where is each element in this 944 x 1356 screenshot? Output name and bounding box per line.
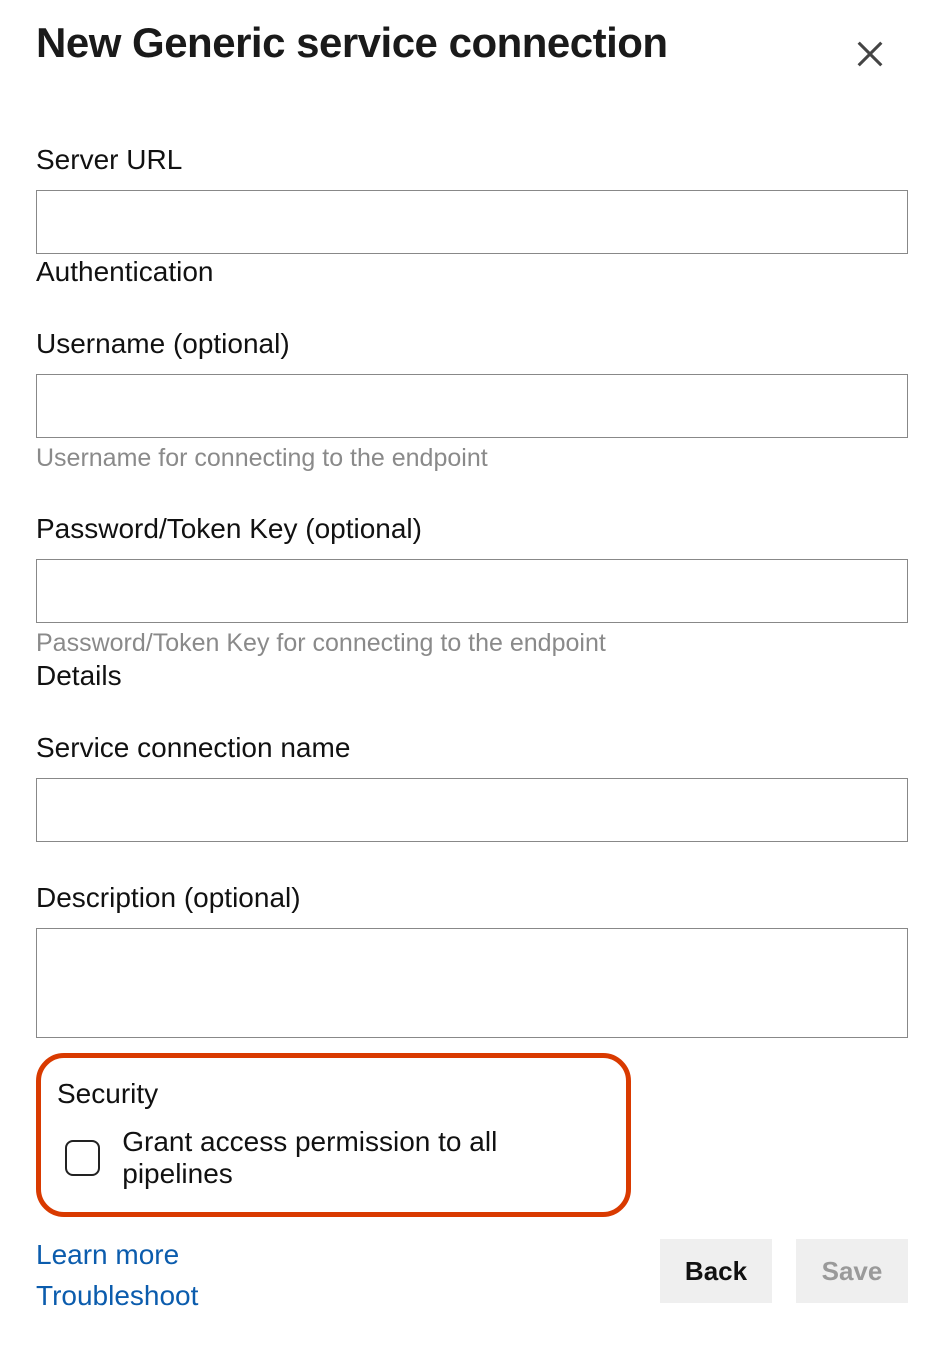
footer-links: Learn more Troubleshoot [36, 1235, 198, 1316]
back-button[interactable]: Back [660, 1239, 772, 1303]
label-grant-access: Grant access permission to all pipelines [122, 1126, 604, 1190]
section-security: Security [57, 1078, 604, 1110]
checkbox-grant-access[interactable] [65, 1140, 100, 1176]
field-password: Password/Token Key (optional) Password/T… [36, 513, 908, 658]
dialog-footer: Learn more Troubleshoot Back Save [36, 1235, 908, 1316]
link-learn-more[interactable]: Learn more [36, 1235, 198, 1276]
field-server-url: Server URL [36, 144, 908, 254]
input-password[interactable] [36, 559, 908, 623]
input-description[interactable] [36, 928, 908, 1038]
section-details: Details [36, 660, 908, 692]
input-server-url[interactable] [36, 190, 908, 254]
label-username: Username (optional) [36, 328, 908, 360]
dialog-title: New Generic service connection [36, 20, 668, 66]
link-troubleshoot[interactable]: Troubleshoot [36, 1276, 198, 1317]
label-connection-name: Service connection name [36, 732, 908, 764]
field-username: Username (optional) Username for connect… [36, 328, 908, 473]
close-button[interactable] [850, 34, 890, 74]
label-description: Description (optional) [36, 882, 908, 914]
save-button[interactable]: Save [796, 1239, 908, 1303]
input-connection-name[interactable] [36, 778, 908, 842]
label-server-url: Server URL [36, 144, 908, 176]
field-description: Description (optional) [36, 882, 908, 1043]
help-username: Username for connecting to the endpoint [36, 444, 908, 473]
field-connection-name: Service connection name [36, 732, 908, 842]
dialog-header: New Generic service connection [36, 20, 908, 74]
row-grant-access: Grant access permission to all pipelines [65, 1126, 604, 1190]
footer-buttons: Back Save [660, 1239, 908, 1303]
security-highlight-box: Security Grant access permission to all … [36, 1053, 631, 1217]
dialog-panel: New Generic service connection Server UR… [0, 0, 944, 1356]
input-username[interactable] [36, 374, 908, 438]
help-password: Password/Token Key for connecting to the… [36, 629, 908, 658]
section-authentication: Authentication [36, 256, 908, 288]
label-password: Password/Token Key (optional) [36, 513, 908, 545]
close-icon [853, 37, 887, 71]
